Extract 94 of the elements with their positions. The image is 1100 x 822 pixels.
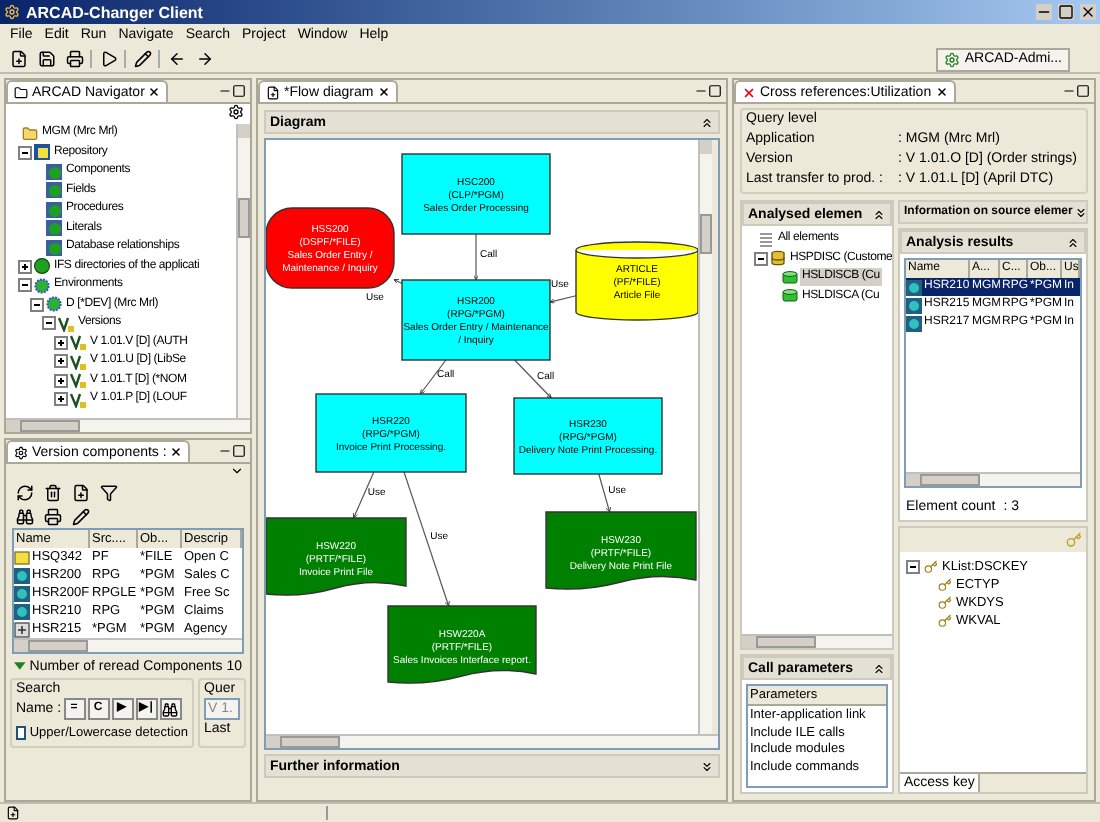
run-icon (99, 50, 117, 68)
close-icon[interactable] (935, 86, 948, 98)
maximize-icon[interactable] (708, 84, 722, 98)
close-icon[interactable] (148, 86, 161, 98)
find-button[interactable] (12, 504, 36, 528)
minimize-icon[interactable] (1062, 84, 1076, 98)
status-icon (6, 806, 20, 820)
tree-expander[interactable] (18, 145, 32, 160)
connector (403, 471, 450, 607)
expand-icon[interactable] (700, 759, 714, 773)
key-icon (938, 596, 952, 610)
repository-icon (34, 144, 50, 161)
collapse-icon[interactable] (872, 661, 886, 675)
close-icon[interactable] (377, 86, 390, 98)
tree-expander[interactable] (30, 297, 44, 312)
maximize-icon[interactable] (232, 444, 246, 458)
pencil-button[interactable] (130, 47, 154, 71)
key-icon (938, 578, 952, 592)
minimize-icon[interactable] (218, 84, 232, 98)
find-button[interactable] (159, 698, 182, 720)
filter-icon (99, 483, 117, 501)
save-icon (37, 50, 55, 68)
window-title: ARCAD-Changer Client (26, 3, 203, 21)
pencil-icon (133, 50, 151, 68)
collapse-icon[interactable] (872, 207, 886, 221)
service-icon (14, 621, 30, 637)
gear-icon (944, 51, 961, 67)
tree-expander[interactable] (18, 259, 32, 274)
minimize-icon[interactable] (218, 444, 232, 458)
globe-icon (34, 258, 50, 275)
close-icon[interactable] (170, 446, 183, 458)
list-icon (758, 231, 774, 248)
key-icon (938, 614, 952, 628)
view-menu-icon[interactable] (230, 464, 244, 478)
tree-expander[interactable] (42, 316, 56, 331)
connector (473, 233, 479, 281)
back-icon (167, 50, 185, 68)
key-icon (924, 560, 938, 574)
tree-expander[interactable] (54, 373, 68, 388)
expand-icon[interactable] (1074, 205, 1086, 219)
refresh-icon (15, 483, 33, 501)
connector (514, 359, 552, 399)
vertical-scrollbar[interactable] (698, 140, 712, 734)
find-icon (15, 507, 33, 525)
close-icon[interactable] (1080, 4, 1096, 20)
minimize-icon[interactable] (1036, 4, 1052, 20)
maximize-icon[interactable] (1058, 4, 1074, 20)
tree-expander[interactable] (54, 335, 68, 350)
triangle-icon (14, 662, 26, 670)
folder-icon (14, 85, 28, 99)
cross-icon (742, 85, 756, 99)
maximize-icon[interactable] (1076, 84, 1090, 98)
binoculars-icon (162, 701, 179, 717)
connector (549, 295, 577, 304)
document-icon (266, 85, 280, 99)
horizontal-scrollbar[interactable] (6, 418, 250, 432)
new-icon (9, 50, 27, 68)
horizontal-scrollbar[interactable] (742, 634, 892, 648)
save-button[interactable] (34, 47, 58, 71)
print-icon (43, 507, 61, 525)
tree-expander[interactable] (54, 354, 68, 369)
tree-expander[interactable] (906, 560, 920, 574)
print-button[interactable] (62, 47, 86, 71)
vertical-scrollbar[interactable] (236, 124, 250, 418)
app-icon (4, 4, 20, 20)
tree-expander[interactable] (54, 392, 68, 407)
folder-icon (22, 125, 38, 142)
connector (598, 473, 611, 513)
collapse-icon[interactable] (700, 115, 714, 129)
new-button[interactable] (6, 47, 30, 71)
collapse-icon[interactable] (1066, 235, 1080, 249)
edit-icon (71, 507, 89, 525)
checkbox[interactable] (16, 726, 26, 740)
filter-button[interactable] (96, 480, 120, 504)
delete-button[interactable] (40, 480, 64, 504)
file-icon (14, 549, 30, 565)
horizontal-scrollbar[interactable] (14, 638, 242, 652)
delete-icon (43, 483, 61, 501)
edit-button[interactable] (68, 504, 92, 528)
minimize-icon[interactable] (694, 84, 708, 98)
maximize-icon[interactable] (232, 84, 246, 98)
forward-icon (195, 50, 213, 68)
database-icon (770, 250, 786, 267)
gear-icon (14, 445, 28, 459)
add-button[interactable] (68, 480, 92, 504)
add-icon (71, 483, 89, 501)
horizontal-scrollbar[interactable] (266, 734, 718, 748)
tree-expander[interactable] (18, 278, 32, 293)
refresh-button[interactable] (12, 480, 36, 504)
print-icon (65, 50, 83, 68)
gear-icon[interactable] (228, 104, 244, 120)
tree-expander[interactable] (754, 251, 768, 266)
horizontal-scrollbar[interactable] (906, 472, 1080, 486)
print-button[interactable] (40, 504, 64, 528)
